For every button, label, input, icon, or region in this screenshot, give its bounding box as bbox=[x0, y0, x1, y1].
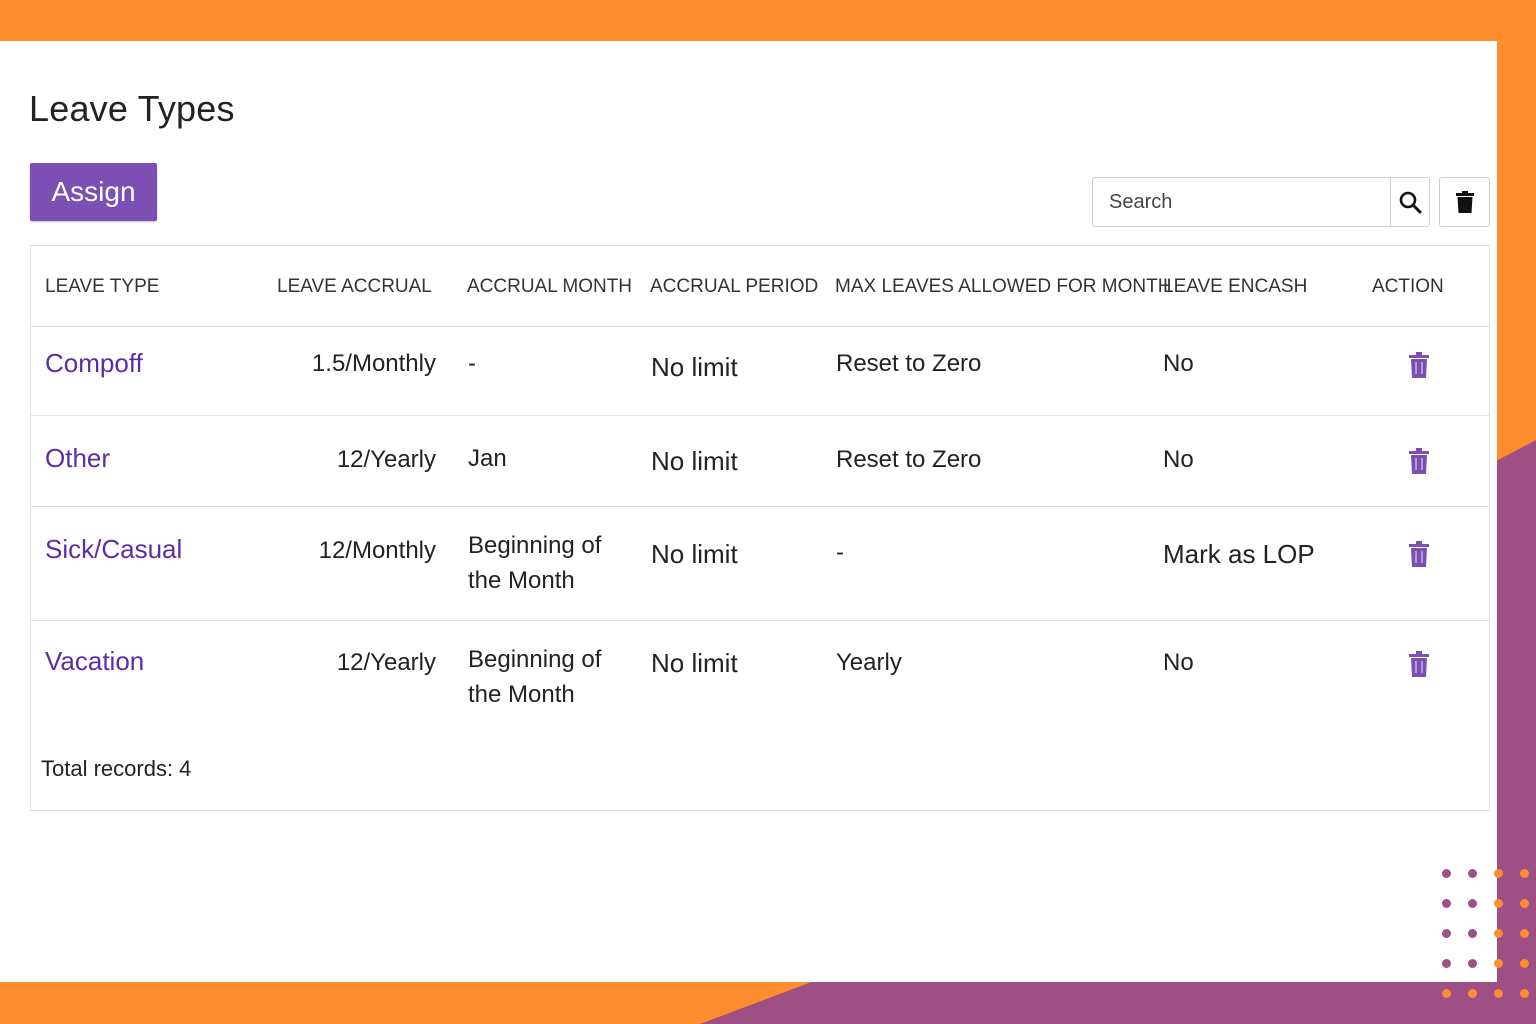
column-header-max-leaves: MAX LEAVES ALLOWED FOR MONTH bbox=[835, 276, 1172, 297]
decorative-dot bbox=[1442, 989, 1451, 998]
accrual-period-cell: No limit bbox=[651, 352, 738, 382]
leave-type-link[interactable]: Compoff bbox=[45, 348, 143, 379]
trash-icon bbox=[1409, 352, 1429, 378]
decorative-dot bbox=[1442, 929, 1451, 938]
decorative-dot bbox=[1468, 929, 1477, 938]
decorative-dot bbox=[1520, 959, 1529, 968]
total-records: Total records: 4 bbox=[41, 756, 192, 781]
column-header-leave-type: LEAVE TYPE bbox=[45, 276, 160, 297]
accrual-month-cell: - bbox=[468, 350, 476, 377]
leave-accrual-cell: 12/Yearly bbox=[336, 649, 436, 676]
trash-icon bbox=[1409, 448, 1429, 474]
leave-accrual-cell: 12/Yearly bbox=[336, 446, 436, 473]
delete-row-button[interactable] bbox=[1406, 448, 1432, 476]
max-leaves-cell: Reset to Zero bbox=[836, 446, 982, 473]
decorative-dot bbox=[1520, 989, 1529, 998]
delete-row-button[interactable] bbox=[1406, 352, 1432, 380]
assign-button[interactable]: Assign bbox=[30, 163, 157, 221]
accrual-period-cell: No limit bbox=[651, 539, 738, 569]
decorative-dot bbox=[1468, 959, 1477, 968]
search-icon bbox=[1399, 191, 1422, 214]
leave-encash-cell: Mark as LOP bbox=[1163, 539, 1315, 569]
column-header-leave-encash: LEAVE ENCASH bbox=[1163, 276, 1308, 297]
accrual-month-cell: Jan bbox=[468, 445, 507, 472]
delete-row-button[interactable] bbox=[1406, 541, 1432, 569]
decorative-dot bbox=[1520, 929, 1529, 938]
leave-type-link[interactable]: Sick/Casual bbox=[45, 534, 182, 565]
delete-row-button[interactable] bbox=[1406, 651, 1432, 679]
table-header: LEAVE TYPE LEAVE ACCRUAL ACCRUAL MONTH A… bbox=[31, 246, 1489, 327]
decorative-dot bbox=[1494, 929, 1503, 938]
page-title: Leave Types bbox=[29, 88, 235, 129]
decorative-dot bbox=[1442, 899, 1451, 908]
leave-encash-cell: No bbox=[1163, 446, 1194, 473]
bulk-delete-button[interactable] bbox=[1439, 177, 1490, 227]
search-input[interactable] bbox=[1093, 178, 1390, 226]
table-row: Compoff 1.5/Monthly - No limit Reset to … bbox=[31, 326, 1489, 416]
accrual-month-cell: Beginning of the Month bbox=[468, 646, 602, 708]
decorative-dot bbox=[1494, 899, 1503, 908]
max-leaves-cell: Reset to Zero bbox=[836, 350, 982, 377]
table-row: Vacation 12/Yearly Beginning of the Mont… bbox=[31, 621, 1489, 731]
decorative-dot bbox=[1494, 959, 1503, 968]
decorative-dot bbox=[1468, 989, 1477, 998]
trash-icon bbox=[1409, 651, 1429, 677]
trash-icon bbox=[1455, 191, 1474, 213]
max-leaves-cell: Yearly bbox=[836, 649, 902, 676]
decorative-dot bbox=[1520, 869, 1529, 878]
table-row: Other 12/Yearly Jan No limit Reset to Ze… bbox=[31, 416, 1489, 507]
decorative-dot bbox=[1442, 869, 1451, 878]
search-button[interactable] bbox=[1390, 178, 1429, 226]
decorative-dot bbox=[1468, 869, 1477, 878]
max-leaves-cell: - bbox=[836, 539, 844, 566]
decorative-dot bbox=[1442, 959, 1451, 968]
decorative-dot bbox=[1494, 989, 1503, 998]
accrual-period-cell: No limit bbox=[651, 446, 738, 476]
decorative-dots bbox=[1442, 866, 1536, 1006]
column-header-accrual-month: ACCRUAL MONTH bbox=[467, 276, 633, 297]
decorative-dot bbox=[1520, 899, 1529, 908]
leave-types-table: LEAVE TYPE LEAVE ACCRUAL ACCRUAL MONTH A… bbox=[30, 245, 1490, 811]
leave-type-link[interactable]: Vacation bbox=[45, 646, 144, 677]
trash-icon bbox=[1409, 541, 1429, 567]
leave-type-link[interactable]: Other bbox=[45, 443, 110, 474]
column-header-accrual-period: ACCRUAL PERIOD bbox=[650, 276, 819, 297]
accrual-period-cell: No limit bbox=[651, 648, 738, 678]
column-header-leave-accrual: LEAVE ACCRUAL bbox=[277, 276, 432, 297]
leave-accrual-cell: 12/Monthly bbox=[318, 537, 436, 564]
leave-encash-cell: No bbox=[1163, 350, 1194, 377]
search-box bbox=[1092, 177, 1430, 227]
leave-encash-cell: No bbox=[1163, 649, 1194, 676]
leave-accrual-cell: 1.5/Monthly bbox=[311, 350, 436, 377]
column-header-action: ACTION bbox=[1372, 276, 1444, 297]
table-row: Sick/Casual 12/Monthly Beginning of the … bbox=[31, 507, 1489, 621]
decorative-dot bbox=[1494, 869, 1503, 878]
decorative-dot bbox=[1468, 899, 1477, 908]
accrual-month-cell: Beginning of the Month bbox=[468, 532, 602, 594]
